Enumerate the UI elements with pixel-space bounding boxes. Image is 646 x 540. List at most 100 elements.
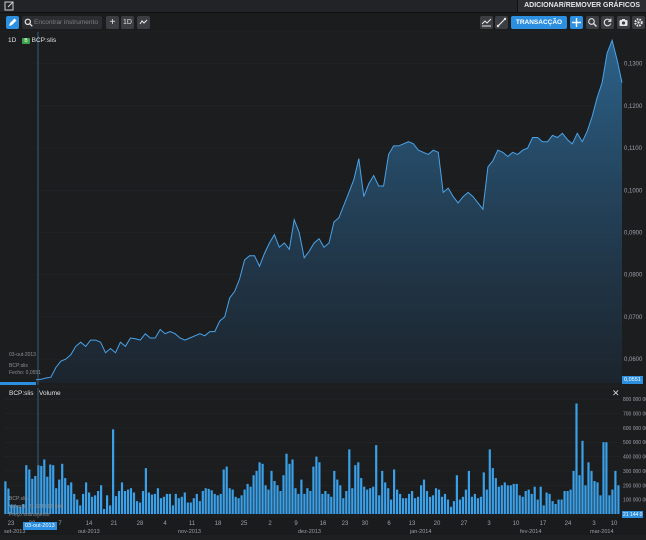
volume-bar: [276, 485, 279, 514]
volume-bar: [213, 493, 216, 514]
time-axis[interactable]: 2330714212841118252916233061320273101724…: [0, 518, 646, 535]
zoom-button[interactable]: [586, 16, 599, 29]
volume-bar: [542, 505, 545, 514]
volume-bar: [545, 492, 548, 514]
day-tick-label: 24: [565, 521, 572, 527]
volume-bar: [599, 495, 602, 514]
volume-bar: [88, 492, 91, 514]
day-tick-label: 30: [362, 521, 369, 527]
volume-bar: [476, 498, 479, 514]
add-remove-charts-button[interactable]: ADICIONAR/REMOVER GRÁFICOS: [517, 0, 646, 12]
volume-bar: [560, 499, 563, 514]
instrument-search[interactable]: [22, 16, 102, 29]
volume-bar: [315, 456, 318, 514]
volume-bar: [449, 506, 453, 514]
volume-bar: [189, 502, 192, 514]
volume-bar: [156, 488, 159, 514]
volume-bar: [503, 482, 506, 514]
volume-bar: [73, 493, 76, 514]
volume-bar: [312, 466, 315, 514]
volume-bar: [551, 501, 554, 514]
live-badge: B: [22, 38, 30, 44]
day-tick-label: 7: [58, 521, 62, 527]
volume-bar: [123, 491, 127, 514]
volume-bar: [345, 491, 348, 514]
volume-bar: [443, 493, 447, 514]
volume-bar: [177, 498, 180, 514]
volume-bar: [291, 459, 294, 514]
volume-y-tick-label: 500 000 000: [623, 440, 646, 446]
volume-bar: [479, 496, 482, 514]
volume-bar: [497, 486, 500, 514]
month-tick-label: nov-2013: [178, 529, 201, 535]
indicators-button[interactable]: [480, 16, 493, 29]
volume-y-tick-label: 800 000 000: [623, 397, 646, 403]
day-tick-label: 28: [137, 521, 144, 527]
price-chart-panel[interactable]: 0,1300 0,1200 0,1100 0,1000 0,0900 0,0800 0,07…: [0, 32, 646, 385]
day-tick-label: 17: [540, 521, 547, 527]
volume-bar: [548, 493, 551, 514]
volume-bar: [584, 485, 587, 514]
volume-bar: [141, 491, 145, 514]
volume-bar: [132, 492, 136, 514]
volume-bar: [578, 475, 581, 514]
search-input[interactable]: [34, 16, 100, 29]
volume-y-tick-label: 300 000 000: [623, 469, 646, 475]
trade-button[interactable]: TRANSACÇÃO: [511, 16, 567, 29]
draw-tool-button[interactable]: [6, 16, 19, 29]
volume-bar: [369, 488, 372, 514]
volume-bar: [509, 485, 512, 514]
volume-bar: [180, 496, 183, 514]
volume-bar: [366, 489, 369, 514]
y-tick-label: 0,1200: [624, 104, 643, 110]
volume-bar: [255, 470, 258, 514]
volume-bar: [554, 504, 557, 514]
baseline-marker: [0, 382, 36, 385]
volume-bar: [285, 453, 288, 514]
reset-button[interactable]: [601, 16, 614, 29]
settings-button[interactable]: [632, 16, 645, 29]
indicator-icon: [481, 18, 492, 27]
day-tick-label: 27: [461, 521, 468, 527]
volume-bar: [360, 478, 363, 514]
volume-bar: [342, 498, 345, 514]
close-volume-button[interactable]: ✕: [612, 388, 620, 399]
volume-bar: [378, 495, 381, 514]
volume-bar: [440, 496, 444, 514]
volume-bar: [114, 496, 118, 514]
chart-type-button[interactable]: [137, 16, 150, 29]
drawing-button[interactable]: [495, 16, 508, 29]
volume-bar: [261, 463, 264, 514]
volume-bar: [288, 463, 291, 514]
volume-bar: [183, 492, 186, 514]
volume-chart-panel[interactable]: 800 000 000 700 000 000 600 000 000 500 000…: [0, 388, 646, 518]
volume-bar: [120, 482, 124, 514]
add-instrument-button[interactable]: +: [106, 16, 119, 29]
volume-bar: [536, 499, 539, 514]
volume-bar: [437, 489, 441, 514]
volume-bar: [333, 470, 336, 514]
time-axis-labels: 2330714212841118252916233061320273101724…: [4, 521, 618, 535]
volume-bar: [596, 482, 599, 514]
day-tick-label: 10: [611, 521, 618, 527]
volume-bar: [138, 502, 142, 514]
crosshair-button[interactable]: [570, 16, 583, 29]
snapshot-button[interactable]: [617, 16, 630, 29]
volume-bar: [396, 489, 399, 514]
interval-button[interactable]: 1D: [121, 16, 134, 29]
month-tick-label: out-2013: [78, 529, 100, 535]
volume-chart[interactable]: 800 000 000 700 000 000 600 000 000 500 000…: [0, 388, 646, 518]
search-icon: [24, 18, 33, 27]
y-tick-label: 0,0900: [624, 230, 643, 236]
price-chart[interactable]: 0,1300 0,1200 0,1100 0,1000 0,0900 0,0800 0,07…: [0, 32, 646, 385]
volume-bar: [168, 493, 171, 514]
day-tick-label: 16: [320, 521, 327, 527]
volume-instrument-label: BCP:slis: [9, 390, 34, 397]
volume-bar: [339, 485, 342, 514]
last-price-tag: 0,0551: [622, 376, 643, 384]
volume-bar: [572, 470, 575, 514]
volume-bar: [82, 493, 85, 514]
popout-icon[interactable]: [4, 1, 15, 11]
volume-bar: [500, 485, 503, 514]
volume-bar: [527, 489, 530, 514]
